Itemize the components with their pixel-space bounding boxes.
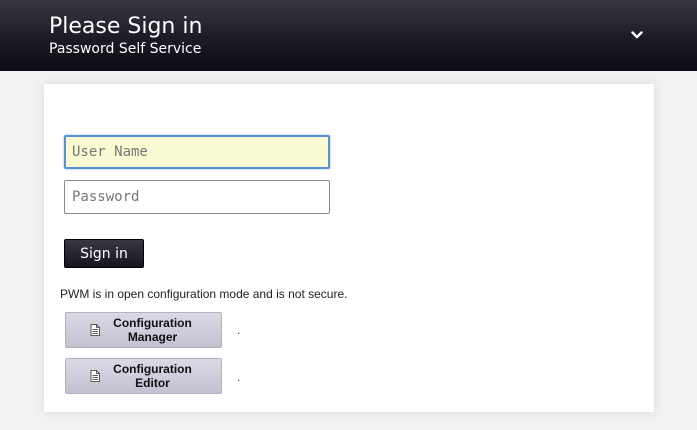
configuration-manager-label: Configuration Manager (113, 316, 192, 344)
header-menu-toggle[interactable] (624, 22, 650, 48)
configuration-manager-button[interactable]: Configuration Manager (65, 312, 222, 348)
page-title: Please Sign in (49, 14, 203, 39)
chevron-down-icon (631, 31, 643, 39)
document-icon (90, 324, 100, 336)
sign-in-button[interactable]: Sign in (64, 239, 144, 268)
page-header: Please Sign in Password Self Service (0, 0, 697, 71)
document-icon (90, 370, 100, 382)
username-input[interactable] (64, 135, 330, 169)
password-input[interactable] (64, 180, 330, 214)
configuration-editor-label: Configuration Editor (113, 362, 192, 390)
page-subtitle: Password Self Service (49, 41, 202, 57)
configuration-editor-trailing-text: . (237, 370, 241, 384)
config-mode-notice: PWM is in open configuration mode and is… (60, 287, 348, 301)
configuration-editor-button[interactable]: Configuration Editor (65, 358, 222, 394)
configuration-manager-trailing-text: . (237, 323, 241, 337)
